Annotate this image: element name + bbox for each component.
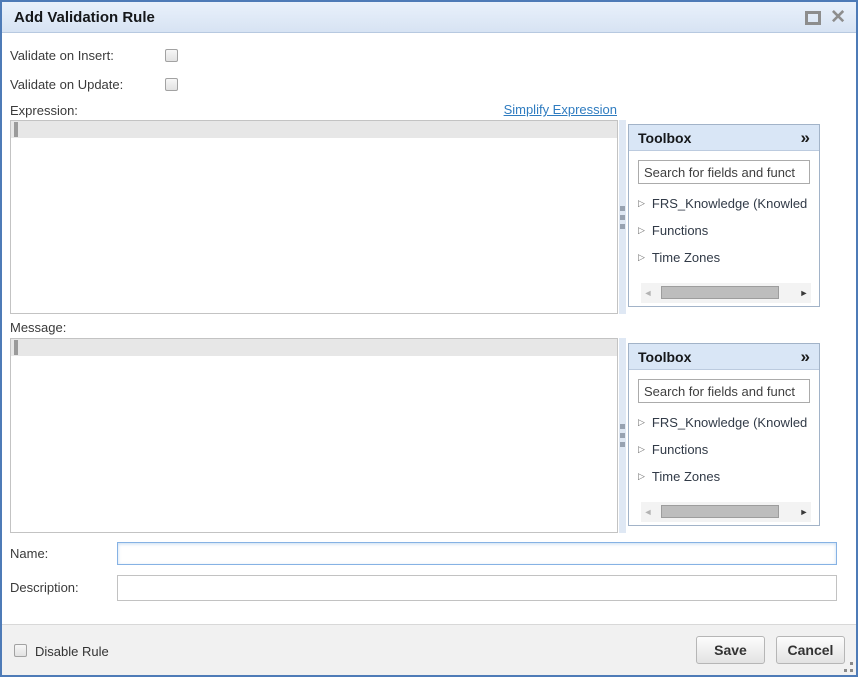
disable-rule-checkbox[interactable] (14, 644, 27, 657)
tree-item-label: FRS_Knowledge (Knowled (652, 415, 807, 430)
add-validation-rule-dialog: Add Validation Rule ✕ Validate on Insert… (0, 0, 858, 677)
message-toolbox-panel: Toolbox » ▷ FRS_Knowledge (Knowled ▷ Fun… (628, 343, 820, 526)
description-input[interactable] (117, 575, 837, 601)
save-button[interactable]: Save (696, 636, 765, 664)
toolbox-title: Toolbox (638, 130, 691, 146)
message-label: Message: (10, 320, 66, 335)
dialog-footer: Disable Rule Save Cancel (2, 624, 856, 675)
expression-active-line (11, 121, 617, 138)
tree-item-frs-knowledge[interactable]: ▷ FRS_Knowledge (Knowled (638, 414, 810, 430)
validate-on-insert-checkbox[interactable] (165, 49, 178, 62)
toolbox-horizontal-scrollbar[interactable]: ◄ ► (641, 502, 811, 522)
toolbox-body: ▷ FRS_Knowledge (Knowled ▷ Functions ▷ T… (629, 370, 819, 484)
message-splitter-handle[interactable] (619, 338, 626, 533)
description-label: Description: (10, 580, 79, 595)
cancel-button[interactable]: Cancel (776, 636, 845, 664)
message-active-line (11, 339, 617, 356)
validate-on-insert-label: Validate on Insert: (10, 48, 114, 63)
tree-item-time-zones[interactable]: ▷ Time Zones (638, 249, 810, 265)
validate-on-update-label: Validate on Update: (10, 77, 123, 92)
toolbox-search-input[interactable] (638, 379, 810, 403)
message-editor[interactable] (10, 338, 618, 533)
scroll-right-icon[interactable]: ► (797, 283, 811, 303)
scroll-left-icon[interactable]: ◄ (641, 502, 655, 522)
scroll-left-icon[interactable]: ◄ (641, 283, 655, 303)
expression-splitter-handle[interactable] (619, 120, 626, 314)
simplify-expression-link[interactable]: Simplify Expression (504, 102, 617, 117)
scrollbar-thumb[interactable] (661, 505, 779, 518)
expand-triangle-icon[interactable]: ▷ (638, 471, 645, 482)
expand-triangle-icon[interactable]: ▷ (638, 252, 645, 263)
window-controls: ✕ (805, 2, 846, 33)
expression-editor[interactable] (10, 120, 618, 314)
tree-item-frs-knowledge[interactable]: ▷ FRS_Knowledge (Knowled (638, 195, 810, 211)
toolbox-collapse-icon[interactable]: » (801, 129, 810, 146)
message-caret (14, 340, 18, 355)
resize-grip-icon[interactable] (842, 661, 854, 673)
toolbox-collapse-icon[interactable]: » (801, 348, 810, 365)
tree-item-label: Functions (652, 442, 708, 457)
disable-rule-label: Disable Rule (35, 644, 109, 659)
toolbox-title: Toolbox (638, 349, 691, 365)
expression-caret (14, 122, 18, 137)
tree-item-functions[interactable]: ▷ Functions (638, 222, 810, 238)
toolbox-header: Toolbox » (629, 125, 819, 151)
expression-label: Expression: (10, 103, 78, 118)
toolbox-body: ▷ FRS_Knowledge (Knowled ▷ Functions ▷ T… (629, 151, 819, 265)
scroll-right-icon[interactable]: ► (797, 502, 811, 522)
expand-triangle-icon[interactable]: ▷ (638, 225, 645, 236)
tree-item-label: FRS_Knowledge (Knowled (652, 196, 807, 211)
dialog-titlebar: Add Validation Rule ✕ (2, 2, 856, 33)
maximize-icon[interactable] (805, 11, 821, 25)
expression-toolbox-panel: Toolbox » ▷ FRS_Knowledge (Knowled ▷ Fun… (628, 124, 820, 307)
expand-triangle-icon[interactable]: ▷ (638, 417, 645, 428)
dialog-title: Add Validation Rule (2, 9, 155, 26)
tree-item-time-zones[interactable]: ▷ Time Zones (638, 468, 810, 484)
validate-on-update-checkbox[interactable] (165, 78, 178, 91)
tree-item-functions[interactable]: ▷ Functions (638, 441, 810, 457)
toolbox-search-input[interactable] (638, 160, 810, 184)
tree-item-label: Time Zones (652, 250, 720, 265)
expand-triangle-icon[interactable]: ▷ (638, 198, 645, 209)
name-label: Name: (10, 546, 48, 561)
close-icon[interactable]: ✕ (830, 8, 846, 27)
scrollbar-thumb[interactable] (661, 286, 779, 299)
tree-item-label: Functions (652, 223, 708, 238)
toolbox-header: Toolbox » (629, 344, 819, 370)
tree-item-label: Time Zones (652, 469, 720, 484)
toolbox-horizontal-scrollbar[interactable]: ◄ ► (641, 283, 811, 303)
expand-triangle-icon[interactable]: ▷ (638, 444, 645, 455)
name-input[interactable] (117, 542, 837, 565)
